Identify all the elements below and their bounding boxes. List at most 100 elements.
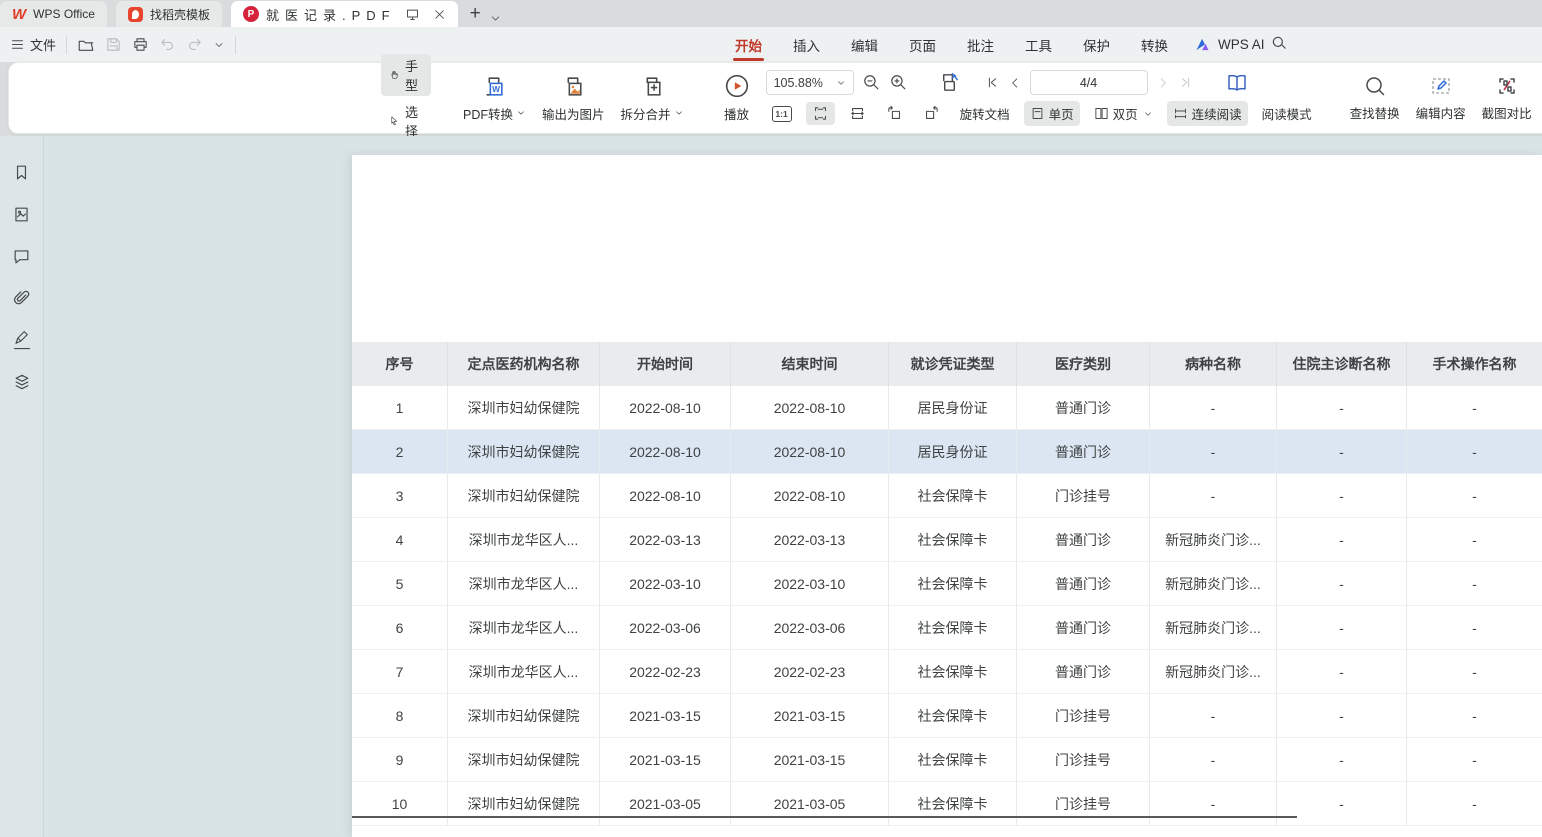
table-cell: - bbox=[1407, 562, 1542, 605]
split-merge-icon bbox=[640, 74, 665, 99]
menu-item-2[interactable]: 编辑 bbox=[849, 27, 880, 63]
export-as-image-button[interactable]: 输出为图片 bbox=[534, 70, 613, 127]
table-header-cell: 结束时间 bbox=[731, 342, 889, 386]
tab-list-chevron-icon[interactable] bbox=[489, 12, 502, 27]
table-cell: 深圳市妇幼保健院 bbox=[448, 386, 600, 429]
table-header-cell: 序号 bbox=[352, 342, 448, 386]
close-tab-icon[interactable] bbox=[430, 4, 450, 24]
comments-panel-button[interactable] bbox=[10, 244, 34, 268]
tab-docer-templates[interactable]: 找稻壳模板 bbox=[116, 1, 222, 27]
screenshot-compare-button[interactable]: 截图对比 bbox=[1474, 70, 1540, 126]
table-row[interactable]: 4深圳市龙华区人...2022-03-132022-03-13社会保障卡普通门诊… bbox=[352, 518, 1542, 562]
play-slideshow-button[interactable]: 播放 bbox=[716, 69, 758, 127]
zoom-out-button[interactable] bbox=[862, 73, 881, 92]
edit-content-button[interactable]: 编辑内容 bbox=[1408, 70, 1474, 126]
menu-item-4[interactable]: 批注 bbox=[965, 27, 996, 63]
continuous-read-button[interactable]: 连续阅读 bbox=[1167, 101, 1248, 126]
print-icon[interactable] bbox=[132, 36, 149, 53]
pdf-file-icon: P bbox=[243, 6, 259, 22]
menu-item-1[interactable]: 插入 bbox=[791, 27, 822, 63]
table-cell: 10 bbox=[352, 782, 448, 825]
docer-logo-icon bbox=[128, 7, 143, 22]
new-tab-button[interactable]: + bbox=[470, 3, 481, 27]
fit-page-button[interactable] bbox=[806, 102, 835, 125]
table-cell: - bbox=[1150, 694, 1277, 737]
export-as-image-label: 输出为图片 bbox=[542, 104, 605, 123]
table-row[interactable]: 3深圳市妇幼保健院2022-08-102022-08-10社会保障卡门诊挂号--… bbox=[352, 474, 1542, 518]
table-row[interactable]: 2深圳市妇幼保健院2022-08-102022-08-10居民身份证普通门诊--… bbox=[352, 430, 1542, 474]
layers-panel-button[interactable] bbox=[10, 370, 34, 394]
undo-icon[interactable] bbox=[159, 36, 176, 53]
rotate-right-button[interactable] bbox=[917, 102, 946, 125]
attachments-panel-button[interactable] bbox=[10, 286, 34, 310]
bookmarks-panel-button[interactable] bbox=[10, 160, 34, 184]
table-header-cell: 开始时间 bbox=[600, 342, 731, 386]
wps-ai-button[interactable]: WPS AI bbox=[1195, 27, 1265, 62]
zoom-level-select[interactable]: 105.88% bbox=[766, 70, 854, 95]
rotate-left-button[interactable] bbox=[880, 102, 909, 125]
hand-tool-button[interactable]: 手型 bbox=[381, 54, 431, 96]
replace-background-button[interactable] bbox=[938, 71, 961, 94]
table-cell: - bbox=[1407, 474, 1542, 517]
split-merge-button[interactable]: 拆分合并 bbox=[613, 70, 692, 127]
table-cell: - bbox=[1277, 650, 1407, 693]
table-row[interactable]: 6深圳市龙华区人...2022-03-062022-03-06社会保障卡普通门诊… bbox=[352, 606, 1542, 650]
table-cell: 普通门诊 bbox=[1017, 606, 1150, 649]
read-mode-icon[interactable] bbox=[1225, 71, 1249, 95]
pdf-page[interactable]: 序号定点医药机构名称开始时间结束时间就诊凭证类型医疗类别病种名称住院主诊断名称手… bbox=[352, 155, 1542, 837]
table-cell: - bbox=[1407, 738, 1542, 781]
menu-item-3[interactable]: 页面 bbox=[907, 27, 938, 63]
export-image-icon bbox=[561, 74, 586, 99]
tab-document-pdf[interactable]: P 就医记录.PDF bbox=[231, 1, 458, 27]
read-mode-label: 阅读模式 bbox=[1262, 104, 1312, 123]
table-row[interactable]: 8深圳市妇幼保健院2021-03-152021-03-15社会保障卡门诊挂号--… bbox=[352, 694, 1542, 738]
medical-records-table: 序号定点医药机构名称开始时间结束时间就诊凭证类型医疗类别病种名称住院主诊断名称手… bbox=[352, 342, 1542, 826]
ribbon-toolbar: 手型 选择 W PDF转换 输出为图片 拆分合并 bbox=[8, 62, 1542, 134]
table-cell: 8 bbox=[352, 694, 448, 737]
actual-size-button[interactable]: 1:1 bbox=[766, 103, 798, 125]
table-cell: 4 bbox=[352, 518, 448, 561]
page-number-input[interactable] bbox=[1030, 70, 1148, 95]
quickbar-chevron-icon[interactable] bbox=[213, 39, 225, 51]
menu-item-7[interactable]: 转换 bbox=[1139, 27, 1170, 63]
thumbnails-panel-button[interactable] bbox=[10, 202, 34, 226]
first-page-button[interactable] bbox=[985, 75, 1000, 90]
fit-width-button[interactable] bbox=[843, 102, 872, 125]
divider bbox=[235, 36, 236, 54]
file-menu-button[interactable]: 文件 bbox=[10, 35, 56, 54]
table-cell: 普通门诊 bbox=[1017, 518, 1150, 561]
pdf-convert-button[interactable]: W PDF转换 bbox=[455, 70, 534, 127]
open-file-icon[interactable] bbox=[77, 36, 95, 54]
menu-search-icon[interactable] bbox=[1271, 34, 1289, 52]
cursor-icon bbox=[389, 113, 400, 129]
menu-item-6[interactable]: 保护 bbox=[1081, 27, 1112, 63]
save-icon[interactable] bbox=[105, 36, 122, 53]
next-page-button[interactable] bbox=[1156, 76, 1170, 90]
wps-logo-icon: W bbox=[12, 6, 26, 23]
menu-item-0[interactable]: 开始 bbox=[733, 27, 764, 63]
signature-panel-button[interactable] bbox=[10, 328, 34, 352]
tab-wps-home[interactable]: W WPS Office bbox=[0, 1, 107, 27]
table-cell: 门诊挂号 bbox=[1017, 738, 1150, 781]
table-cell: 新冠肺炎门诊... bbox=[1150, 650, 1277, 693]
rotate-document-button[interactable]: 旋转文档 bbox=[954, 101, 1016, 126]
table-row[interactable]: 1深圳市妇幼保健院2022-08-102022-08-10居民身份证普通门诊--… bbox=[352, 386, 1542, 430]
table-row[interactable]: 10深圳市妇幼保健院2021-03-052021-03-05社会保障卡门诊挂号-… bbox=[352, 782, 1542, 826]
last-page-button[interactable] bbox=[1178, 75, 1193, 90]
table-row[interactable]: 5深圳市龙华区人...2022-03-102022-03-10社会保障卡普通门诊… bbox=[352, 562, 1542, 606]
single-page-button[interactable]: 单页 bbox=[1024, 101, 1080, 126]
previous-page-button[interactable] bbox=[1008, 76, 1022, 90]
zoom-in-button[interactable] bbox=[889, 73, 908, 92]
wps-ai-label: WPS AI bbox=[1218, 37, 1265, 52]
menu-item-5[interactable]: 工具 bbox=[1023, 27, 1054, 63]
table-row[interactable]: 7深圳市龙华区人...2022-02-232022-02-23社会保障卡普通门诊… bbox=[352, 650, 1542, 694]
chevron-down-icon bbox=[1143, 109, 1153, 119]
monitor-icon[interactable] bbox=[403, 4, 423, 24]
table-row[interactable]: 9深圳市妇幼保健院2021-03-152021-03-15社会保障卡门诊挂号--… bbox=[352, 738, 1542, 782]
double-page-button[interactable]: 双页 bbox=[1088, 101, 1159, 126]
find-replace-button[interactable]: 查找替换 bbox=[1342, 70, 1408, 126]
read-mode-button[interactable]: 阅读模式 bbox=[1256, 101, 1318, 126]
table-cell: 深圳市妇幼保健院 bbox=[448, 782, 600, 825]
redo-icon[interactable] bbox=[186, 36, 203, 53]
table-cell: 2022-03-10 bbox=[731, 562, 889, 605]
